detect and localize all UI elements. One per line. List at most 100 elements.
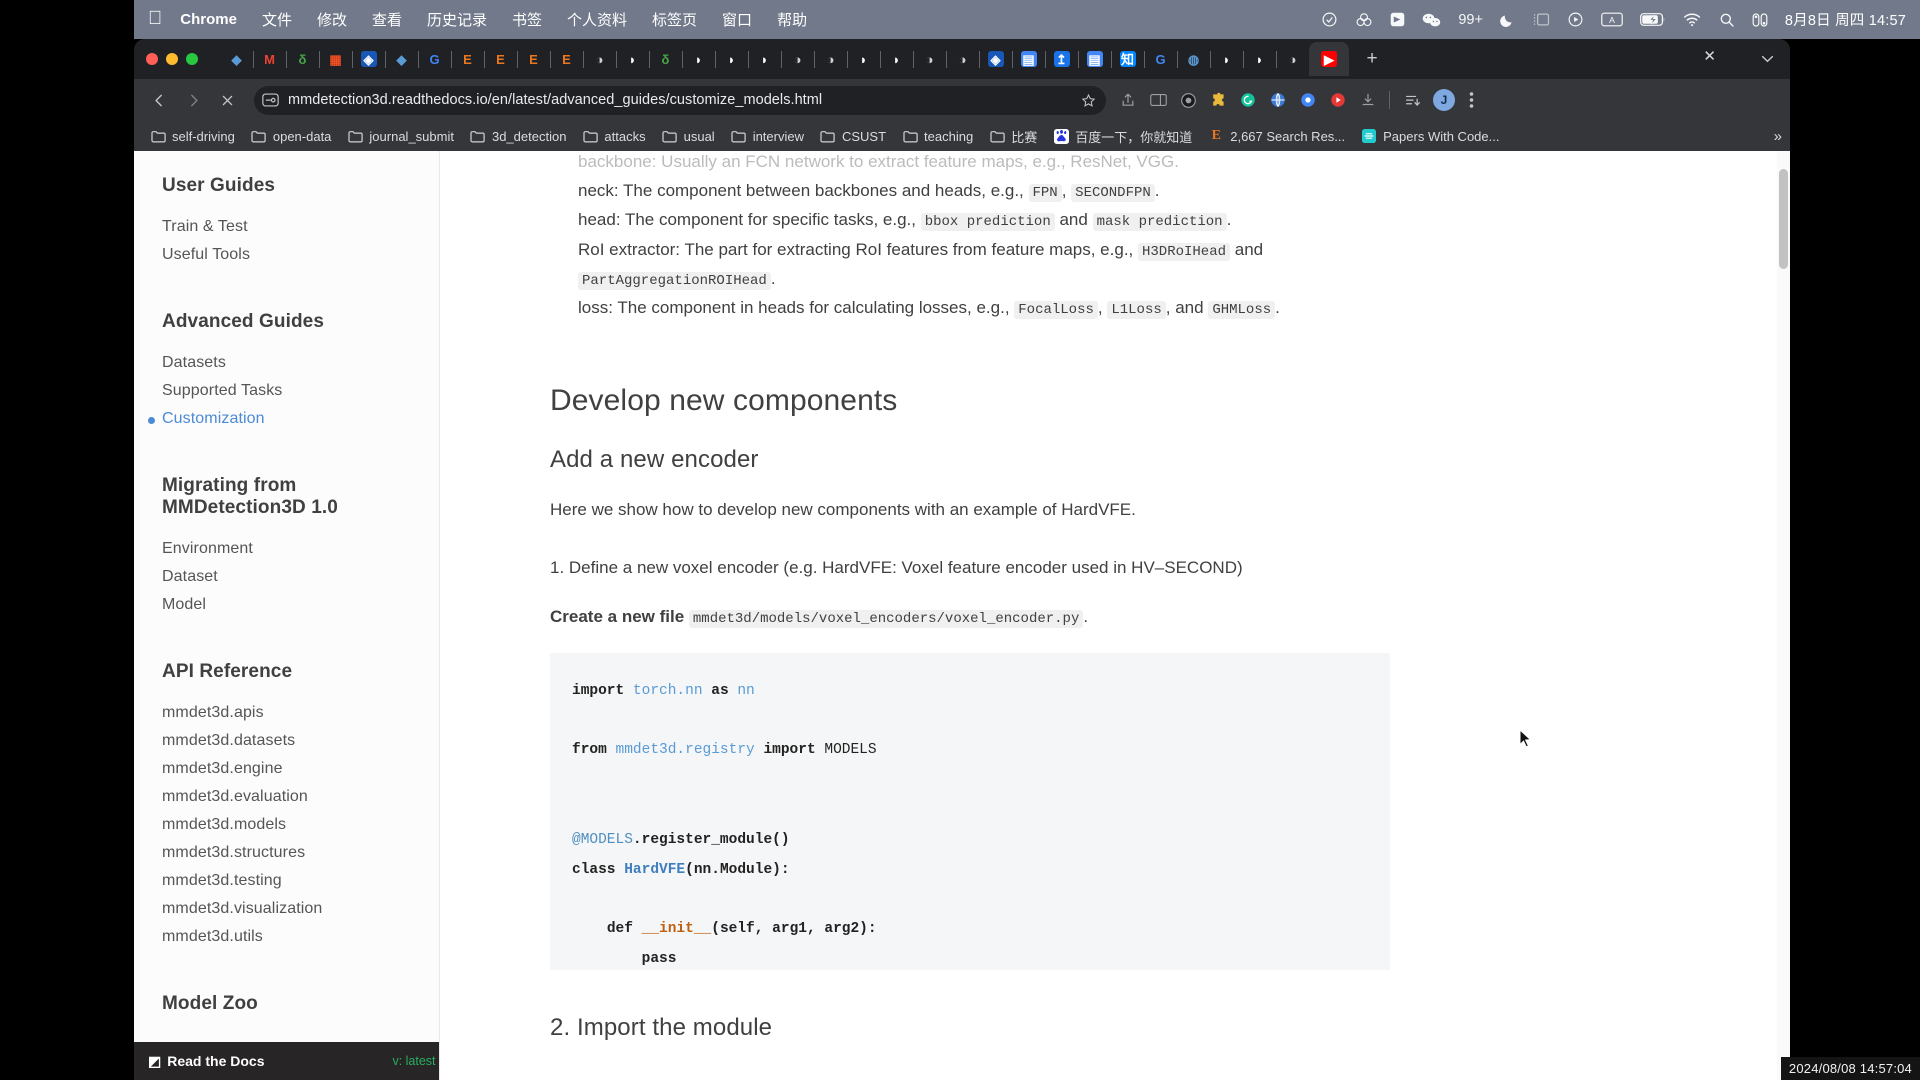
- bookmark-item[interactable]: interview: [723, 125, 812, 147]
- sidebar-item-mmdet3d-testing[interactable]: mmdet3d.testing: [162, 867, 421, 895]
- minimize-window-button[interactable]: [166, 53, 178, 65]
- browser-tab[interactable]: ◑: [583, 42, 617, 76]
- sidebar-item-datasets[interactable]: Datasets: [162, 349, 421, 377]
- menu-bar-clock[interactable]: 8月8日 周四 14:57: [1785, 9, 1906, 30]
- browser-tab[interactable]: ◑: [913, 42, 947, 76]
- video-icon[interactable]: [1324, 86, 1352, 114]
- browser-tab[interactable]: E: [484, 42, 518, 76]
- apple-logo-icon[interactable]: : [148, 9, 162, 28]
- browser-tab[interactable]: ▤: [1012, 42, 1046, 76]
- input-source-icon[interactable]: A: [1601, 12, 1623, 27]
- browser-tab[interactable]: M: [253, 42, 287, 76]
- sidebar-item-mmdet3d-visualization[interactable]: mmdet3d.visualization: [162, 895, 421, 923]
- menu-item-bookmarks[interactable]: 书签: [512, 9, 542, 30]
- sidebar-item-mmdet3d-utils[interactable]: mmdet3d.utils: [162, 923, 421, 951]
- browser-tab[interactable]: ▦: [319, 42, 353, 76]
- browser-tab[interactable]: ◈: [979, 42, 1013, 76]
- sidebar-item-mmdet3d-evaluation[interactable]: mmdet3d.evaluation: [162, 783, 421, 811]
- forward-button[interactable]: [178, 85, 208, 115]
- bookmark-item[interactable]: attacks: [574, 125, 653, 147]
- browser-tab[interactable]: E: [451, 42, 485, 76]
- share-icon[interactable]: [1114, 86, 1142, 114]
- translate-icon[interactable]: [1264, 86, 1292, 114]
- browser-tab[interactable]: ◗: [1243, 42, 1277, 76]
- cloud-sync-icon[interactable]: [1355, 12, 1373, 28]
- browser-tab[interactable]: ◈: [352, 42, 386, 76]
- browser-tab[interactable]: ↥: [1045, 42, 1079, 76]
- menu-item-tab[interactable]: 标签页: [652, 9, 697, 30]
- wifi-icon[interactable]: [1683, 12, 1702, 27]
- sidebar-item-mmdet3d-datasets[interactable]: mmdet3d.datasets: [162, 727, 421, 755]
- menu-item-edit[interactable]: 修改: [317, 9, 347, 30]
- browser-tab[interactable]: δ: [649, 42, 683, 76]
- browser-tab[interactable]: ◗: [715, 42, 749, 76]
- browser-tab[interactable]: ◆: [385, 42, 419, 76]
- view-site-information-icon[interactable]: [258, 89, 282, 111]
- browser-tab[interactable]: ◑: [814, 42, 848, 76]
- browser-tab[interactable]: ◍: [1177, 42, 1211, 76]
- menu-item-history[interactable]: 历史记录: [427, 9, 487, 30]
- maximize-window-button[interactable]: [186, 53, 198, 65]
- battery-charging-icon[interactable]: [1640, 13, 1666, 26]
- sidebar-item-mmdet3d-structures[interactable]: mmdet3d.structures: [162, 839, 421, 867]
- three-dot-menu-icon[interactable]: [1457, 86, 1485, 114]
- search-icon[interactable]: [1719, 12, 1735, 28]
- bookmark-item[interactable]: E 2,667 Search Res...: [1200, 125, 1353, 147]
- control-center-icon[interactable]: [1752, 12, 1768, 28]
- active-tab-close-icon[interactable]: ✕: [1703, 49, 1716, 64]
- browser-tab[interactable]: ◑: [781, 42, 815, 76]
- wechat-icon[interactable]: [1422, 12, 1441, 28]
- docs-sidebar[interactable]: User Guides Train & Test Useful Tools Advan…: [134, 151, 440, 1080]
- sidebar-item-supported-tasks[interactable]: Supported Tasks: [162, 377, 421, 405]
- sidebar-item-dataset[interactable]: Dataset: [162, 563, 421, 591]
- browser-tab[interactable]: G: [1144, 42, 1178, 76]
- read-the-docs-widget[interactable]: ◩ Read the Docs v: latest ⇅: [134, 1042, 439, 1080]
- display-icon[interactable]: [1533, 12, 1550, 27]
- star-icon[interactable]: [1081, 93, 1100, 108]
- checkmark-circle-icon[interactable]: [1321, 11, 1338, 28]
- bookmark-item[interactable]: journal_submit: [339, 125, 462, 147]
- bookmark-item[interactable]: 百度一下，你就知道: [1045, 124, 1200, 149]
- reading-list-icon[interactable]: [1399, 86, 1427, 114]
- browser-tab[interactable]: ▤: [1078, 42, 1112, 76]
- bookmark-item[interactable]: open-data: [243, 125, 340, 147]
- sidebar-item-mmdet3d-models[interactable]: mmdet3d.models: [162, 811, 421, 839]
- chrome-store-icon[interactable]: [1294, 86, 1322, 114]
- screenshot-icon[interactable]: [1390, 12, 1405, 27]
- extension-circle-icon[interactable]: [1174, 86, 1202, 114]
- sidebar-item-mmdet3d-apis[interactable]: mmdet3d.apis: [162, 699, 421, 727]
- sidebar-item-customization[interactable]: Customization: [148, 405, 421, 433]
- browser-tab[interactable]: ◗: [748, 42, 782, 76]
- sidebar-item-environment[interactable]: Environment: [162, 535, 421, 563]
- vertical-scrollbar[interactable]: [1777, 151, 1790, 1080]
- menu-item-window[interactable]: 窗口: [722, 9, 752, 30]
- browser-tab[interactable]: ▶: [1309, 42, 1349, 76]
- rtd-version-selector[interactable]: v: latest ⇅: [392, 1054, 439, 1069]
- bookmark-item[interactable]: Papers With Code...: [1353, 125, 1507, 147]
- menu-item-chrome[interactable]: Chrome: [180, 11, 237, 28]
- browser-tab[interactable]: ◗: [880, 42, 914, 76]
- menu-item-view[interactable]: 查看: [372, 9, 402, 30]
- menu-item-help[interactable]: 帮助: [777, 9, 807, 30]
- tab-search-button[interactable]: [1754, 47, 1780, 71]
- stop-loading-button[interactable]: [212, 85, 242, 115]
- bookmark-item[interactable]: usual: [654, 125, 723, 147]
- browser-tab[interactable]: ◗: [1210, 42, 1244, 76]
- url-text[interactable]: mmdetection3d.readthedocs.io/en/latest/a…: [288, 92, 1081, 108]
- browser-tab[interactable]: ◗: [682, 42, 716, 76]
- browser-tab[interactable]: E: [517, 42, 551, 76]
- address-bar[interactable]: mmdetection3d.readthedocs.io/en/latest/a…: [254, 85, 1106, 115]
- window-traffic-lights[interactable]: [146, 53, 198, 65]
- browser-tab[interactable]: G: [418, 42, 452, 76]
- play-circle-icon[interactable]: [1567, 11, 1584, 28]
- puzzle-icon[interactable]: [1204, 86, 1232, 114]
- browser-tab[interactable]: ◗: [847, 42, 881, 76]
- download-icon[interactable]: [1354, 86, 1382, 114]
- split-screen-icon[interactable]: [1144, 86, 1172, 114]
- browser-tab[interactable]: ◆: [220, 42, 254, 76]
- browser-tab[interactable]: ◗: [616, 42, 650, 76]
- sidebar-item-mmdet3d-engine[interactable]: mmdet3d.engine: [162, 755, 421, 783]
- sidebar-item-useful-tools[interactable]: Useful Tools: [162, 241, 421, 269]
- chevron-double-right-icon[interactable]: »: [1774, 128, 1782, 145]
- close-window-button[interactable]: [146, 53, 158, 65]
